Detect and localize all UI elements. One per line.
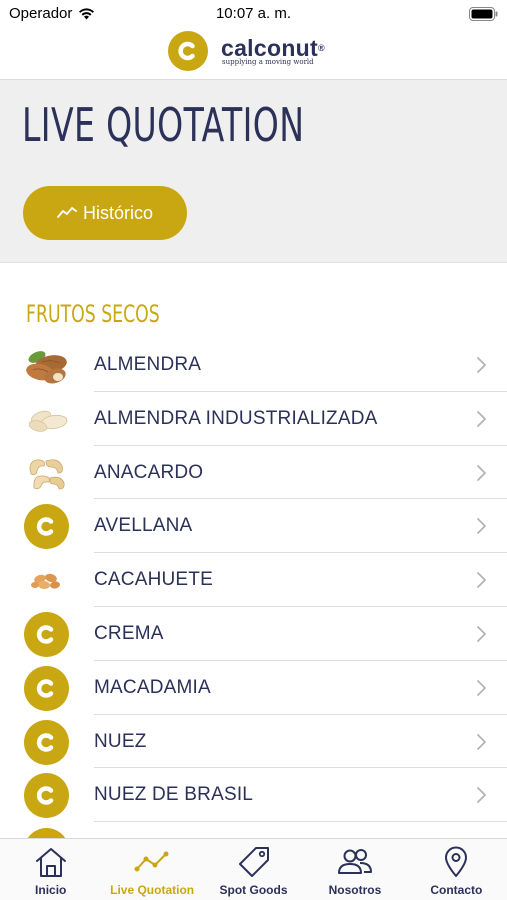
trend-line-icon [57, 207, 77, 218]
cashew-photo-icon [29, 459, 65, 489]
list-item[interactable]: ANACARDO [0, 446, 507, 500]
home-icon [35, 848, 66, 877]
list-item[interactable]: ALMENDRA [0, 338, 507, 392]
status-time: 10:07 a. m. [215, 5, 292, 22]
hero-section: LIVE QUOTATION Histórico [0, 80, 507, 263]
list-item[interactable]: AVELLANA [0, 499, 507, 554]
calconut-logo-icon [24, 719, 69, 765]
tab-label: Live Quotation [110, 883, 195, 897]
tab-label: Inicio [35, 883, 67, 897]
list-item[interactable]: CREMA [0, 607, 507, 661]
list-item[interactable]: ALMENDRA INDUSTRIALIZADA [0, 392, 507, 446]
chevron-right-icon [477, 733, 486, 750]
tab-spot-goods[interactable]: Spot Goods [203, 839, 304, 900]
chevron-right-icon [477, 626, 486, 642]
item-label: NUEZ DE BRASIL [94, 784, 254, 806]
location-pin-icon [445, 846, 468, 877]
tab-nosotros[interactable]: Nosotros [304, 839, 405, 900]
item-label: ALMENDRA [94, 354, 202, 375]
item-label: ANACARDO [94, 461, 204, 483]
brand-tagline: supplying a moving world [222, 58, 314, 66]
calconut-logo-icon [24, 611, 69, 657]
product-list: ALMENDRA ALMENDRA INDUSTRIALIZADA ANACAR… [0, 338, 507, 823]
tab-label: Nosotros [328, 883, 382, 897]
almond-photo-icon [26, 351, 67, 384]
page-title: LIVE QUOTATION [22, 98, 305, 152]
list-item[interactable]: NUEZ DE BRASIL [0, 768, 507, 823]
calconut-logo-icon [24, 504, 69, 550]
tab-inicio[interactable]: Inicio [0, 839, 101, 900]
chevron-right-icon [477, 357, 486, 373]
chevron-right-icon [477, 679, 486, 696]
list-item[interactable]: MACADAMIA [0, 661, 507, 715]
chevron-right-icon [477, 410, 486, 427]
tab-label: Contacto [430, 883, 483, 897]
chevron-right-icon [477, 518, 486, 535]
item-label: ALMENDRA INDUSTRIALIZADA [94, 407, 378, 429]
calconut-mark-icon [168, 31, 208, 71]
tab-live-quotation[interactable]: Live Quotation [101, 839, 202, 900]
tab-contacto[interactable]: Contacto [406, 839, 507, 900]
tag-icon [238, 847, 269, 877]
peanut-photo-icon [31, 574, 60, 590]
chevron-right-icon [477, 787, 486, 804]
brand-header: calconut® supplying a moving world [0, 28, 507, 80]
logo-text: calconut® supplying a moving world [221, 36, 325, 66]
item-label: CACAHUETE [94, 569, 213, 591]
section-title: FRUTOS SECOS [26, 300, 160, 328]
item-label: NUEZ [94, 730, 147, 752]
item-label: AVELLANA [94, 515, 193, 537]
historico-label: Histórico [82, 202, 153, 223]
tab-label: Spot Goods [219, 883, 288, 897]
chevron-right-icon [477, 464, 486, 481]
list-item[interactable]: CACAHUETE [0, 553, 507, 607]
people-icon [337, 849, 372, 874]
row-divider [94, 821, 507, 823]
line-chart-icon [134, 851, 169, 872]
item-label: CREMA [94, 622, 164, 644]
calconut-logo-icon [24, 773, 69, 819]
historico-button[interactable]: Histórico [23, 186, 187, 240]
calconut-logo[interactable]: calconut® supplying a moving world [168, 31, 325, 71]
tab-bar: Inicio Live Quotation Spot Goods Nosotro… [0, 838, 507, 900]
calconut-logo-icon [24, 665, 69, 711]
list-item[interactable]: NUEZ [0, 715, 507, 769]
item-label: MACADAMIA [94, 676, 211, 698]
battery-icon [469, 7, 498, 21]
chevron-right-icon [477, 572, 486, 589]
brand-name: calconut® [221, 35, 325, 61]
status-bar: Operador 10:07 a. m. [0, 0, 507, 28]
blanched-almond-photo-icon [28, 410, 68, 432]
